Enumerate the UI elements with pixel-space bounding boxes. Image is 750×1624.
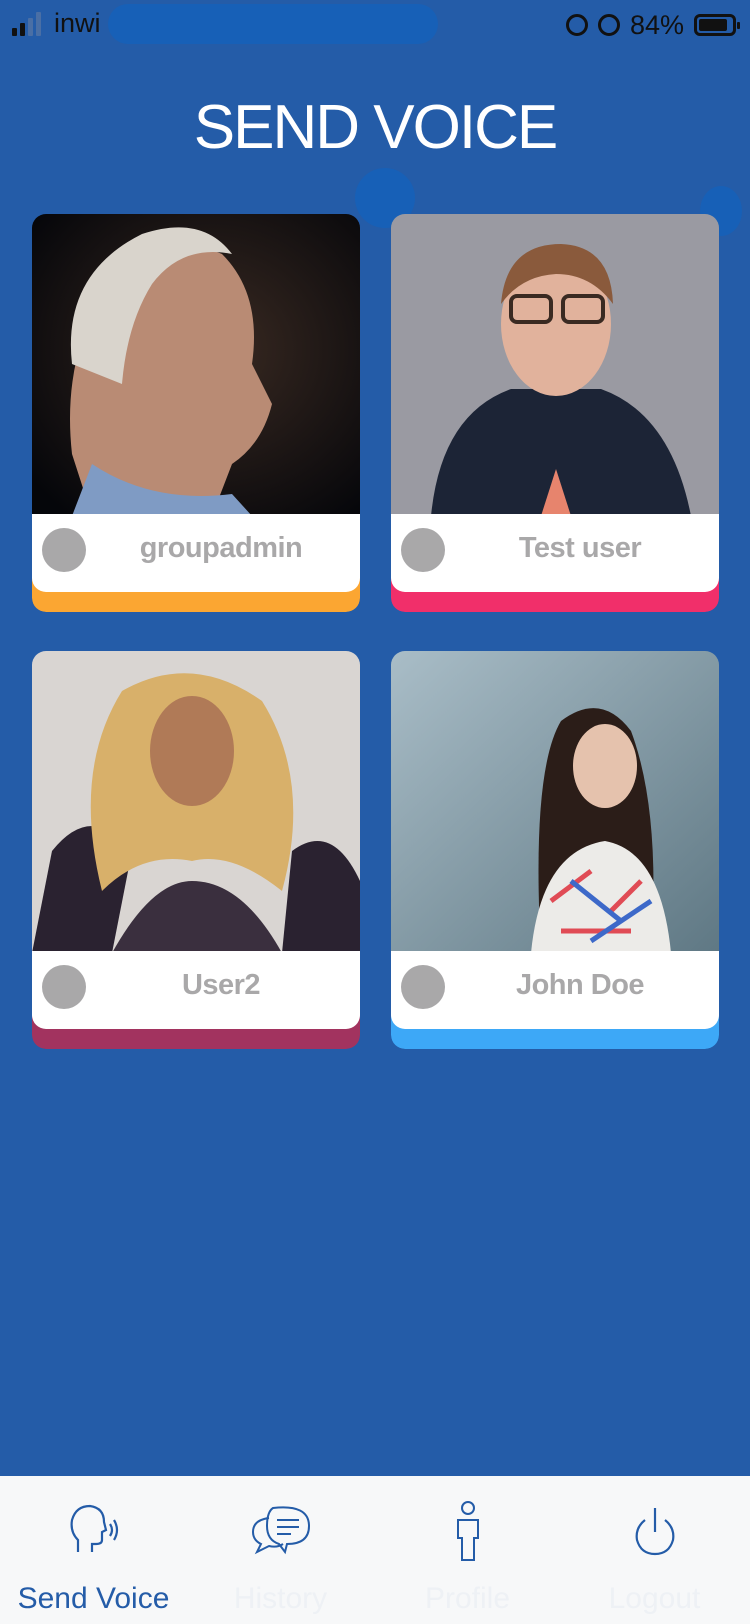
user-photo xyxy=(32,214,360,516)
tab-label: Send Voice xyxy=(17,1582,170,1615)
battery-icon xyxy=(694,14,740,36)
status-indicator xyxy=(401,528,445,572)
tab-send-voice[interactable]: Send Voice xyxy=(0,1476,187,1624)
card-label-bar: John Doe xyxy=(391,951,719,1029)
user-card-john-doe[interactable]: John Doe xyxy=(391,651,719,1049)
card-label-bar: groupadmin xyxy=(32,514,360,592)
user-name: User2 xyxy=(181,969,261,1001)
chat-bubbles-icon xyxy=(251,1506,310,1555)
tab-label: History xyxy=(233,1582,328,1615)
page-title: SEND VOICE xyxy=(193,93,558,162)
signal-strength-icon xyxy=(12,12,46,36)
tab-history[interactable]: History xyxy=(187,1476,374,1624)
user-card-test-user[interactable]: Test user xyxy=(391,214,719,612)
user-photo xyxy=(32,651,360,953)
user-card-groupadmin[interactable]: groupadmin xyxy=(32,214,360,612)
tab-label: Profile xyxy=(424,1582,511,1615)
tab-label: Logout xyxy=(608,1582,701,1615)
user-photo xyxy=(391,214,719,516)
status-indicator xyxy=(401,965,445,1009)
status-indicator xyxy=(42,528,86,572)
card-label-bar: User2 xyxy=(32,951,360,1029)
orientation-lock-icon xyxy=(565,14,588,36)
speaking-head-icon xyxy=(70,1504,118,1552)
user-name: groupadmin xyxy=(139,532,303,564)
redaction-scribble xyxy=(108,4,438,44)
power-icon xyxy=(635,1508,674,1556)
person-icon xyxy=(456,1501,479,1561)
status-indicator xyxy=(42,965,86,1009)
carrier-name: inwi xyxy=(54,8,101,38)
user-name: John Doe xyxy=(515,969,645,1001)
status-bar: inwi 84% xyxy=(0,0,750,52)
user-name: Test user xyxy=(518,532,642,564)
tab-bar: Send Voice History Profile Logout xyxy=(0,1476,750,1624)
user-photo xyxy=(391,651,719,953)
card-label-bar: Test user xyxy=(391,514,719,592)
tab-profile[interactable]: Profile xyxy=(374,1476,561,1624)
tab-logout[interactable]: Logout xyxy=(561,1476,748,1624)
alarm-icon xyxy=(597,14,620,36)
battery-percentage: 84% xyxy=(629,9,684,40)
user-card-user2[interactable]: User2 xyxy=(32,651,360,1049)
